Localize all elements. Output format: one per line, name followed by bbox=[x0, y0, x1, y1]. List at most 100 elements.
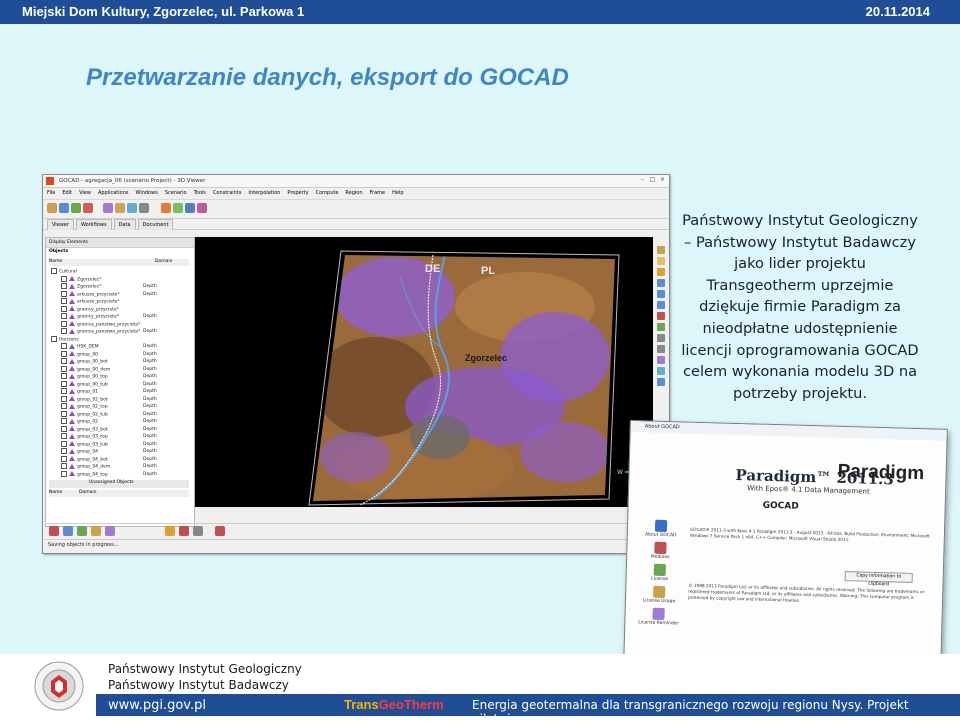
visibility-checkbox[interactable] bbox=[61, 448, 67, 454]
light-icon[interactable] bbox=[161, 203, 171, 213]
visibility-checkbox[interactable] bbox=[61, 440, 67, 447]
menu-item[interactable]: Scenario bbox=[165, 190, 187, 196]
grid-icon[interactable] bbox=[657, 334, 665, 342]
zoom-icon[interactable] bbox=[127, 203, 137, 213]
objects-tab[interactable]: Objects bbox=[49, 249, 68, 254]
3d-viewer[interactable]: DE PL Zgorzelec N S W E bbox=[195, 237, 653, 507]
tree-row[interactable]: group_03_top Depth bbox=[49, 433, 157, 440]
tab[interactable]: Workflows bbox=[76, 219, 112, 230]
tree-row[interactable]: group_00_dem Depth bbox=[49, 365, 157, 373]
tree-row[interactable]: group_01 Depth bbox=[49, 388, 157, 395]
tree-row[interactable]: group_04_dem Depth bbox=[49, 463, 157, 470]
menu-item[interactable]: Applications bbox=[98, 190, 129, 196]
visibility-checkbox[interactable] bbox=[61, 283, 67, 289]
tree-row[interactable]: Zgorzelec* Depth bbox=[49, 283, 157, 290]
visibility-checkbox[interactable] bbox=[61, 343, 67, 349]
maximize-icon[interactable]: □ bbox=[648, 176, 657, 184]
copy-clipboard-button[interactable]: Copy information to clipboard bbox=[844, 571, 913, 587]
menu-item[interactable]: Property bbox=[287, 190, 308, 196]
bottom-tool-6-icon[interactable] bbox=[165, 526, 175, 536]
tree-row[interactable]: group_02_tub Depth bbox=[49, 410, 157, 418]
visibility-checkbox[interactable] bbox=[61, 275, 67, 282]
menu-item[interactable]: View bbox=[79, 190, 91, 196]
zoom-in-icon[interactable] bbox=[657, 290, 665, 298]
tree-row[interactable]: group_02_bot Depth bbox=[49, 395, 157, 403]
select-icon[interactable] bbox=[103, 203, 113, 213]
delete-icon[interactable] bbox=[83, 203, 93, 213]
menu-item[interactable]: Constraints bbox=[213, 190, 242, 196]
tree-row[interactable]: group_00 Depth bbox=[49, 350, 157, 358]
about-side-item[interactable]: License Reminder bbox=[635, 607, 681, 626]
bottom-tool-5-icon[interactable] bbox=[105, 526, 115, 536]
menu-item[interactable]: Interpolation bbox=[248, 190, 280, 196]
menu-item[interactable]: Edit bbox=[62, 190, 72, 196]
visibility-checkbox[interactable] bbox=[61, 380, 67, 387]
menu-item[interactable]: Frame bbox=[370, 190, 386, 196]
bottom-tool-1-icon[interactable] bbox=[49, 526, 59, 536]
tree-row[interactable]: granicy_przyciete* bbox=[49, 305, 119, 313]
visibility-checkbox[interactable] bbox=[61, 290, 67, 297]
axes-icon[interactable] bbox=[185, 203, 195, 213]
visibility-checkbox[interactable] bbox=[61, 365, 67, 372]
footer-website[interactable]: www.pgi.gov.pl bbox=[108, 698, 206, 713]
color-icon[interactable] bbox=[197, 203, 207, 213]
visibility-checkbox[interactable] bbox=[61, 358, 67, 364]
open-icon[interactable] bbox=[47, 203, 57, 213]
tree-row[interactable]: arkusze_przyciete* bbox=[49, 298, 120, 305]
view-icon[interactable] bbox=[657, 279, 665, 287]
bottom-tool-3-icon[interactable] bbox=[77, 526, 87, 536]
minimize-icon[interactable]: – bbox=[638, 176, 647, 184]
save-icon[interactable] bbox=[59, 203, 69, 213]
menu-item[interactable]: File bbox=[47, 190, 55, 196]
visibility-checkbox[interactable] bbox=[61, 305, 67, 312]
visibility-checkbox[interactable] bbox=[61, 470, 67, 477]
bottom-tool-7-icon[interactable] bbox=[179, 526, 189, 536]
tree-row[interactable]: granica_panstwa_przycieta* bbox=[49, 320, 140, 328]
about-side-item[interactable]: About GOCAD bbox=[638, 519, 684, 538]
box-icon[interactable] bbox=[657, 345, 665, 353]
tree-row[interactable]: group_04_bot Depth bbox=[49, 455, 157, 463]
zoom-out-icon[interactable] bbox=[657, 301, 665, 309]
visibility-checkbox[interactable] bbox=[61, 425, 67, 432]
about-side-item[interactable]: License Usage bbox=[636, 585, 682, 604]
visibility-checkbox[interactable] bbox=[61, 388, 67, 394]
tree-row[interactable]: group_00_tub Depth bbox=[49, 380, 157, 388]
menu-item[interactable]: Region bbox=[345, 190, 362, 196]
tree-row[interactable]: Zgorzelec* bbox=[49, 275, 101, 283]
menu-item[interactable]: Compute bbox=[316, 190, 339, 196]
tree-row[interactable]: group_04 Depth bbox=[49, 448, 157, 455]
rotate-icon[interactable] bbox=[657, 312, 665, 320]
pencil-icon[interactable] bbox=[657, 246, 665, 254]
bottom-tool-2-icon[interactable] bbox=[63, 526, 73, 536]
arrow-icon[interactable] bbox=[657, 378, 665, 386]
close-icon[interactable]: × bbox=[658, 176, 667, 184]
visibility-checkbox[interactable] bbox=[61, 373, 67, 379]
tree-row[interactable]: group_03_tub Depth bbox=[49, 440, 157, 448]
visibility-checkbox[interactable] bbox=[61, 298, 67, 304]
tree-row[interactable]: Horizons bbox=[49, 335, 79, 343]
pick-icon[interactable] bbox=[115, 203, 125, 213]
tab[interactable]: Document bbox=[137, 219, 174, 230]
visibility-checkbox[interactable] bbox=[61, 463, 67, 469]
visibility-checkbox[interactable] bbox=[61, 455, 67, 462]
bottom-tool-8-icon[interactable] bbox=[193, 526, 203, 536]
ruler-icon[interactable] bbox=[657, 268, 665, 276]
slice-icon[interactable] bbox=[657, 356, 665, 364]
tree-row[interactable]: group_04_top Depth bbox=[49, 470, 157, 478]
about-side-item[interactable]: Modules bbox=[637, 541, 683, 560]
menu-item[interactable]: Tools bbox=[194, 190, 206, 196]
hand-icon[interactable] bbox=[657, 257, 665, 265]
visibility-checkbox[interactable] bbox=[61, 418, 67, 424]
bottom-tool-9-icon[interactable] bbox=[215, 526, 225, 536]
tab[interactable]: Data bbox=[113, 219, 136, 230]
tree-row[interactable]: granicy_przyciete* Depth bbox=[49, 313, 157, 320]
visibility-checkbox[interactable] bbox=[61, 395, 67, 402]
visibility-checkbox[interactable] bbox=[61, 403, 67, 409]
undo-icon[interactable] bbox=[71, 203, 81, 213]
visibility-checkbox[interactable] bbox=[61, 328, 67, 334]
measure-icon[interactable] bbox=[657, 367, 665, 375]
tree-row[interactable]: group_00_top Depth bbox=[49, 373, 157, 380]
tree-row[interactable]: group_00_bot Depth bbox=[49, 358, 157, 365]
menu-item[interactable]: Windows bbox=[135, 190, 157, 196]
visibility-checkbox[interactable] bbox=[61, 433, 67, 439]
